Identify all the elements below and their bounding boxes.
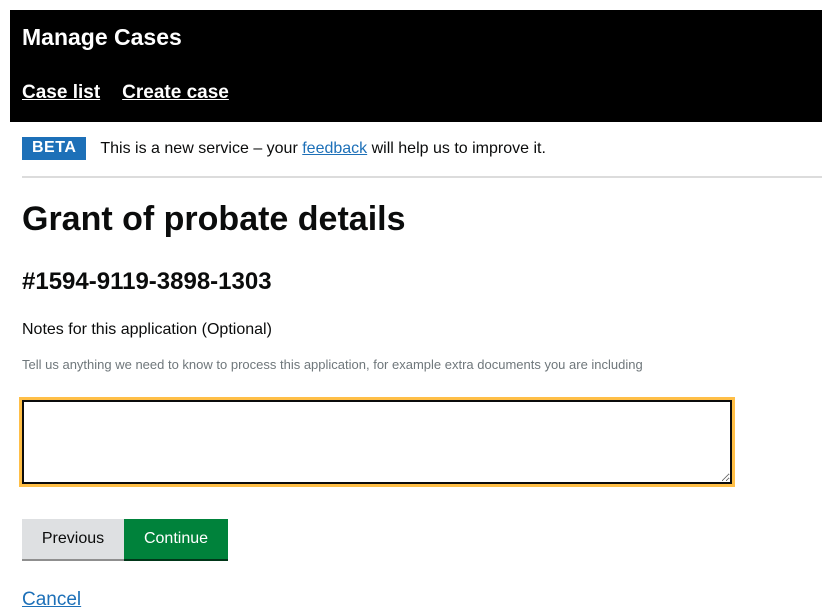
header-bar: Manage Cases Case list Create case [10, 10, 822, 122]
divider [22, 176, 822, 178]
feedback-link[interactable]: feedback [302, 140, 367, 157]
app-title: Manage Cases [22, 24, 182, 50]
previous-button[interactable]: Previous [22, 519, 124, 559]
beta-banner: BETA This is a new service – your feedba… [22, 137, 546, 160]
beta-message: This is a new service – your feedback wi… [100, 140, 546, 158]
beta-text-after: will help us to improve it. [367, 139, 546, 157]
page-title: Grant of probate details [22, 200, 406, 238]
notes-textarea[interactable] [19, 397, 735, 487]
header-nav: Case list Create case [22, 82, 229, 104]
nav-case-list-link[interactable]: Case list [22, 82, 100, 104]
beta-tag: BETA [22, 137, 87, 160]
notes-hint: Tell us anything we need to know to proc… [22, 357, 643, 372]
nav-create-case-link[interactable]: Create case [122, 82, 229, 104]
notes-label: Notes for this application (Optional) [22, 321, 272, 338]
continue-button[interactable]: Continue [124, 519, 228, 559]
case-reference: #1594-9119-3898-1303 [22, 268, 272, 295]
cancel-link[interactable]: Cancel [22, 589, 81, 611]
beta-text-before: This is a new service – your [100, 139, 303, 157]
